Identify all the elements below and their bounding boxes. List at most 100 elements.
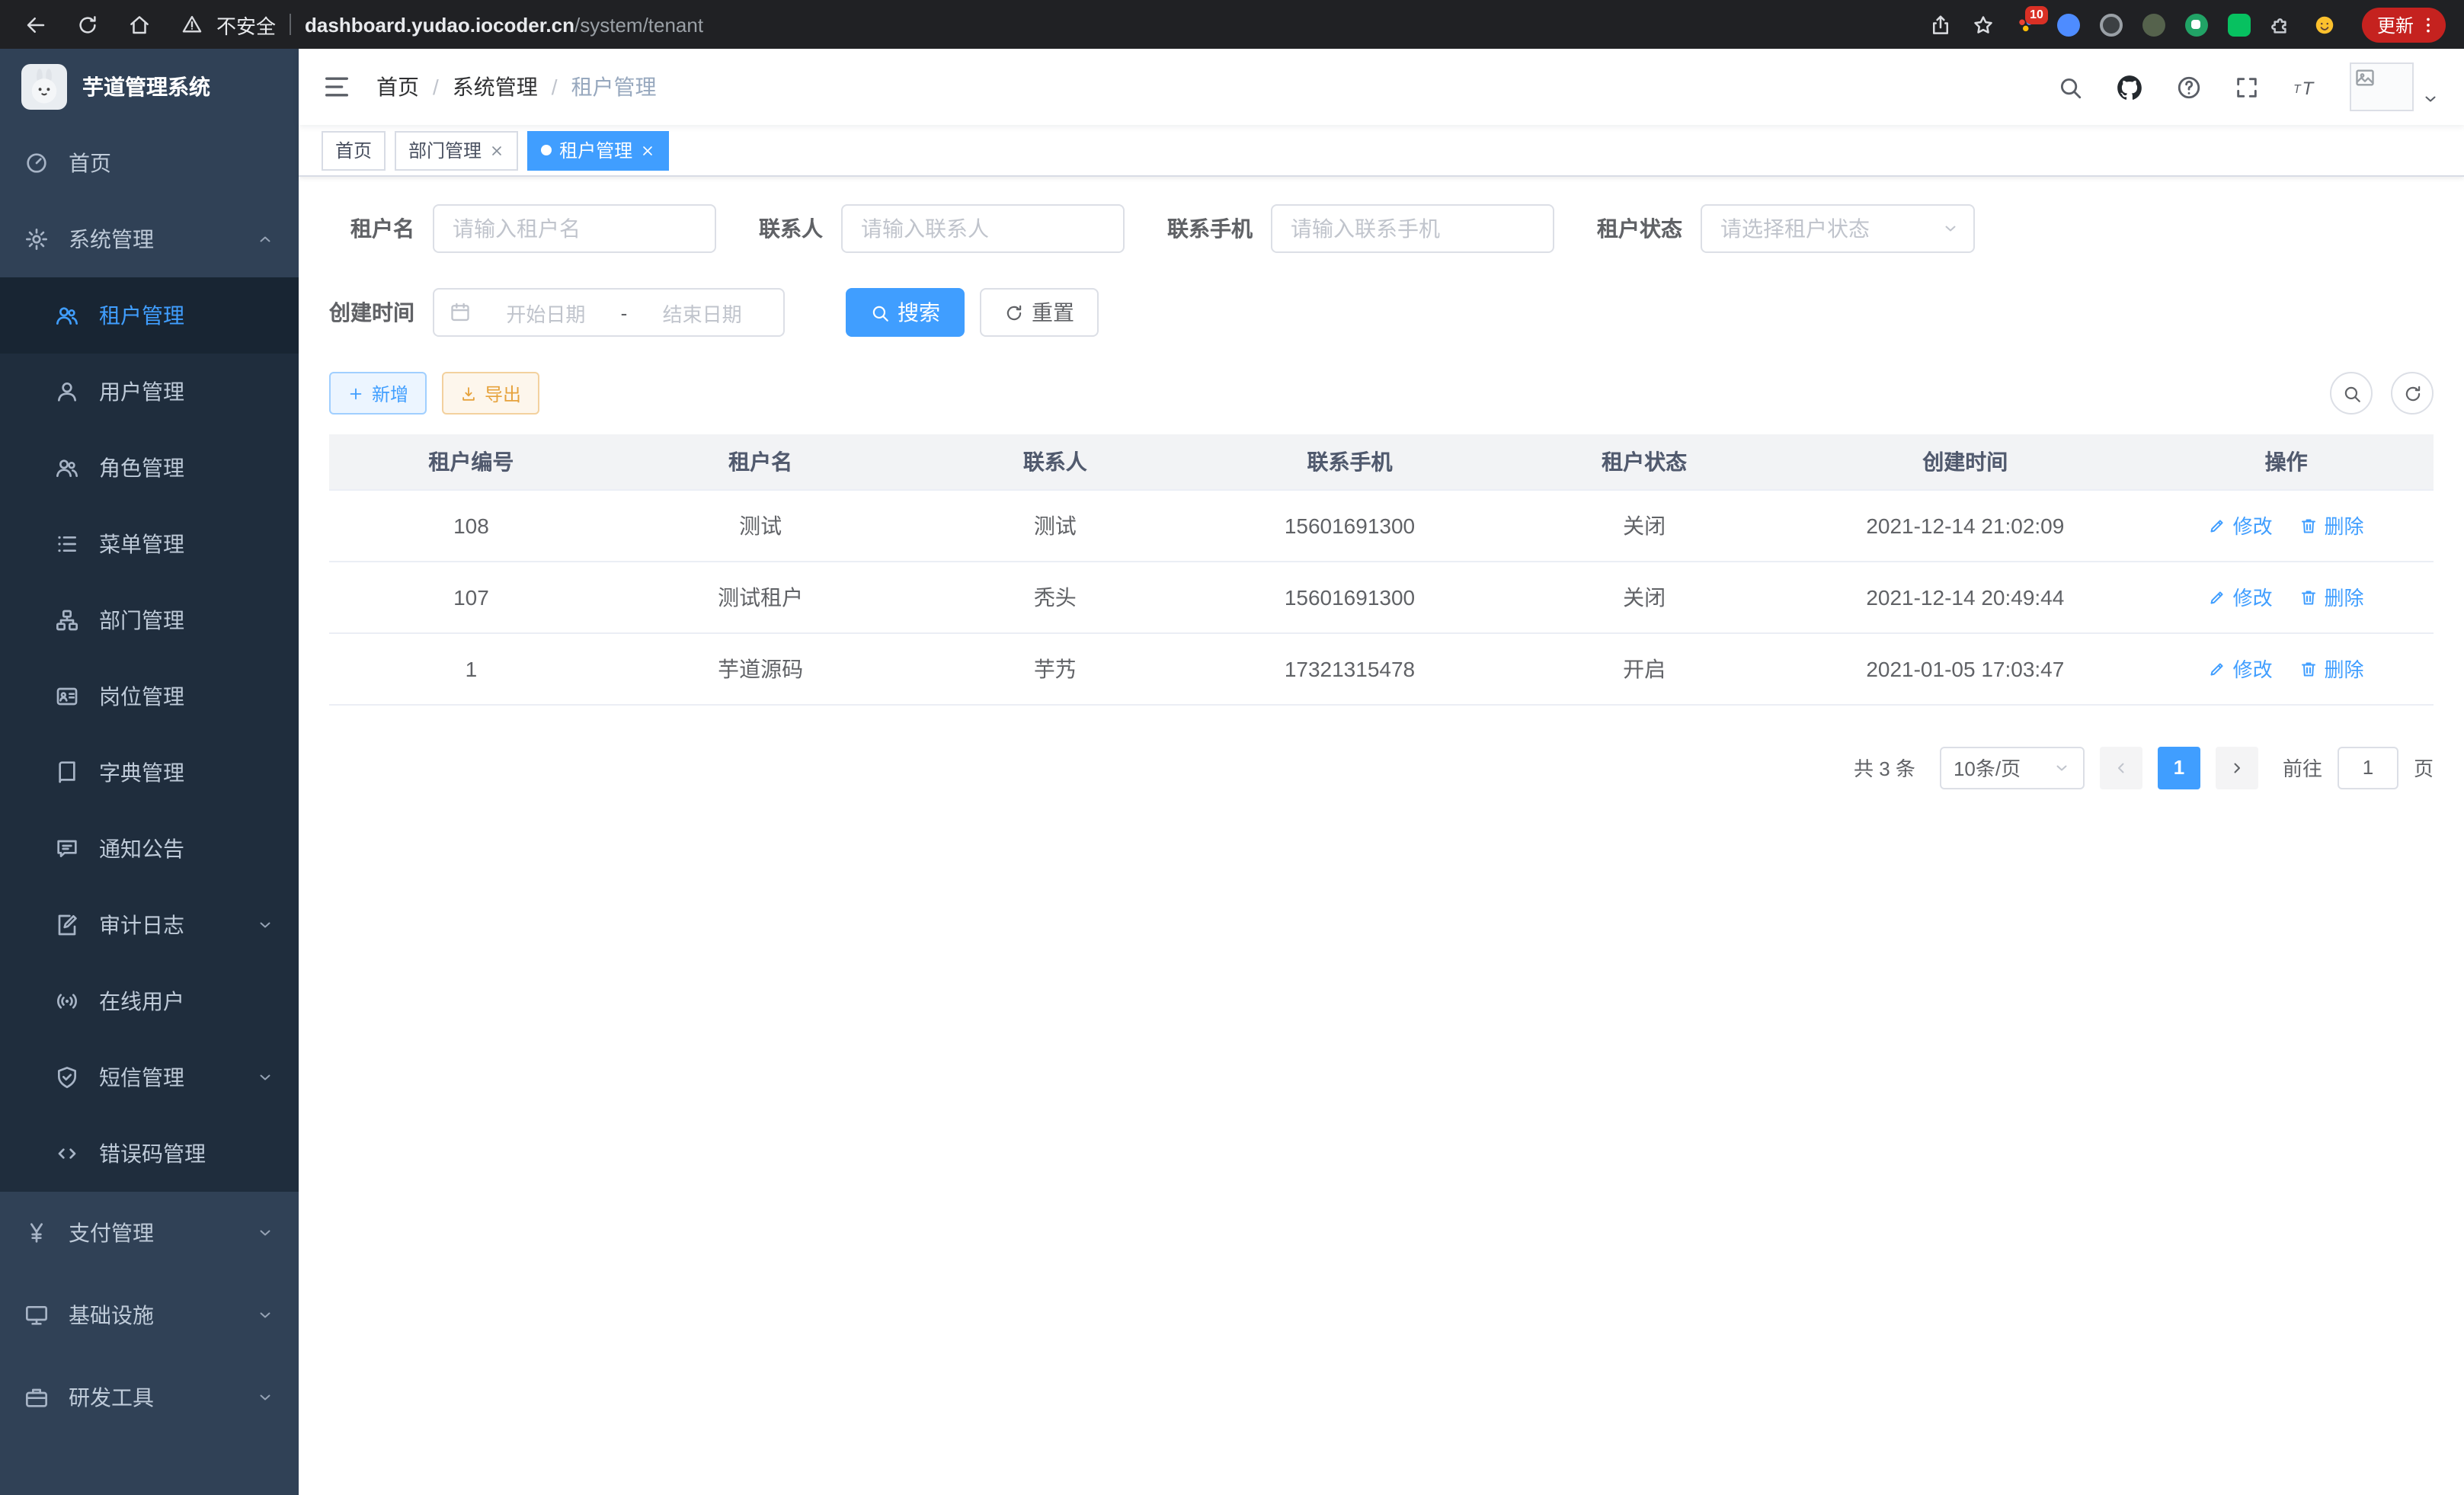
hamburger-icon[interactable] [322, 72, 352, 102]
sidebar-item-audit[interactable]: 审计日志 [0, 887, 299, 963]
status-select[interactable]: 请选择租户状态 [1701, 204, 1975, 253]
help-icon[interactable] [2176, 74, 2202, 100]
add-button[interactable]: 新增 [329, 372, 427, 415]
sidebar-item-notice[interactable]: 通知公告 [0, 811, 299, 887]
tab-dept[interactable]: 部门管理 [395, 130, 518, 170]
status-label: 租户状态 [1597, 213, 1682, 244]
browser-home-icon[interactable] [128, 13, 151, 36]
cell-phone: 15601691300 [1202, 489, 1497, 561]
close-icon[interactable] [640, 142, 655, 158]
extension-icon-green-circle[interactable] [2185, 13, 2208, 36]
export-button[interactable]: 导出 [442, 372, 539, 415]
tab-tenant[interactable]: 租户管理 [527, 130, 669, 170]
breadcrumb-system[interactable]: 系统管理 [453, 72, 538, 102]
sidebar-item-pay[interactable]: 支付管理 [0, 1192, 299, 1274]
sidebar-item-role[interactable]: 角色管理 [0, 430, 299, 506]
svg-text:T: T [2293, 82, 2302, 95]
sidebar-item-user[interactable]: 用户管理 [0, 354, 299, 430]
sidebar-item-dept[interactable]: 部门管理 [0, 582, 299, 658]
delete-link[interactable]: 删除 [2299, 654, 2363, 683]
online-signal-icon [55, 989, 79, 1013]
browser-chrome: 不安全 dashboard.yudao.iocoder.cn/system/te… [0, 0, 2464, 49]
reset-button-label: 重置 [1032, 297, 1074, 328]
create-time-range-picker[interactable]: 开始日期 - 结束日期 [433, 288, 785, 337]
tab-home[interactable]: 首页 [322, 130, 386, 170]
avatar[interactable] [2350, 62, 2440, 111]
browser-refresh-icon[interactable] [76, 13, 99, 36]
search-button[interactable]: 搜索 [846, 288, 965, 337]
phone-input[interactable] [1271, 204, 1554, 253]
reset-button[interactable]: 重置 [980, 288, 1099, 337]
search-icon [2341, 383, 2361, 403]
github-icon[interactable] [2115, 72, 2144, 101]
extension-icon-smiley[interactable] [2313, 13, 2336, 36]
chevron-up-icon [256, 230, 274, 248]
sidebar-item-online[interactable]: 在线用户 [0, 963, 299, 1039]
share-icon[interactable] [1929, 13, 1952, 36]
sidebar-item-infra[interactable]: 基础设施 [0, 1274, 299, 1356]
extensions-puzzle-icon[interactable] [2270, 13, 2293, 36]
breadcrumb-separator: / [552, 75, 558, 99]
browser-toolbar-right: 10 更新 [1929, 7, 2446, 42]
goto-page-input[interactable] [2338, 746, 2398, 789]
edit-link[interactable]: 修改 [2209, 511, 2273, 539]
edit-link[interactable]: 修改 [2209, 654, 2273, 683]
app-logo[interactable]: 芋道管理系统 [0, 49, 299, 125]
tab-label: 部门管理 [408, 137, 482, 163]
end-date-placeholder: 结束日期 [636, 298, 768, 327]
sidebar-item-label: 系统管理 [69, 224, 154, 255]
edit-label: 修改 [2233, 511, 2273, 539]
col-status: 租户状态 [1497, 434, 1792, 489]
header-search-icon[interactable] [2057, 74, 2083, 100]
sidebar-item-system[interactable]: 系统管理 [0, 201, 299, 277]
tenant-name-input[interactable] [433, 204, 716, 253]
browser-menu-icon[interactable] [2418, 14, 2438, 34]
address-bar[interactable]: 不安全 dashboard.yudao.iocoder.cn/system/te… [181, 10, 1929, 39]
fullscreen-icon[interactable] [2234, 74, 2260, 100]
delete-link[interactable]: 删除 [2299, 582, 2363, 611]
sidebar-item-home[interactable]: 首页 [0, 125, 299, 201]
chevron-down-icon [256, 1306, 274, 1324]
delete-icon [2299, 516, 2318, 534]
extension-icon-olive[interactable] [2142, 13, 2165, 36]
cell-status: 关闭 [1497, 489, 1792, 561]
toggle-search-button[interactable] [2330, 372, 2373, 415]
sidebar-item-devtools[interactable]: 研发工具 [0, 1356, 299, 1439]
sidebar-item-sms[interactable]: 短信管理 [0, 1039, 299, 1116]
cell-tenant-id: 107 [329, 561, 613, 632]
extension-icon-dots[interactable]: 10 [2014, 13, 2037, 36]
sidebar-item-label: 错误码管理 [99, 1138, 206, 1169]
yen-icon [24, 1221, 49, 1245]
page-number-1[interactable]: 1 [2158, 746, 2200, 789]
cell-phone: 17321315478 [1202, 632, 1497, 704]
page-size-value: 10条/页 [1954, 753, 2021, 782]
close-icon[interactable] [489, 142, 504, 158]
bookmark-star-icon[interactable] [1972, 13, 1995, 36]
sidebar-item-menu[interactable]: 菜单管理 [0, 506, 299, 582]
edit-link[interactable]: 修改 [2209, 582, 2273, 611]
add-button-label: 新增 [372, 380, 408, 406]
phone-field: 联系手机 [1167, 204, 1554, 253]
sidebar: 芋道管理系统 首页 系统管理 租户管理 用户管理 [0, 49, 299, 1495]
sidebar-item-errorcode[interactable]: 错误码管理 [0, 1116, 299, 1192]
cell-actions: 修改 删除 [2139, 632, 2434, 704]
refresh-table-button[interactable] [2391, 372, 2434, 415]
breadcrumb-home[interactable]: 首页 [376, 72, 419, 102]
contact-input[interactable] [841, 204, 1125, 253]
main-area: 首页 / 系统管理 / 租户管理 TT [299, 49, 2464, 1495]
extension-icon-blue[interactable] [2057, 13, 2080, 36]
font-size-icon[interactable]: TT [2292, 74, 2318, 100]
extension-icon-ring[interactable] [2100, 13, 2123, 36]
header-actions: TT [2057, 62, 2440, 111]
prev-page-button[interactable] [2100, 746, 2142, 789]
browser-nav-controls [24, 13, 151, 36]
sidebar-item-post[interactable]: 岗位管理 [0, 658, 299, 735]
extension-icon-green-square[interactable] [2228, 13, 2251, 36]
delete-link[interactable]: 删除 [2299, 511, 2363, 539]
update-button[interactable]: 更新 [2362, 7, 2446, 42]
next-page-button[interactable] [2216, 746, 2258, 789]
sidebar-item-dict[interactable]: 字典管理 [0, 735, 299, 811]
browser-back-icon[interactable] [24, 13, 47, 36]
page-size-select[interactable]: 10条/页 [1940, 746, 2085, 789]
sidebar-item-tenant[interactable]: 租户管理 [0, 277, 299, 354]
